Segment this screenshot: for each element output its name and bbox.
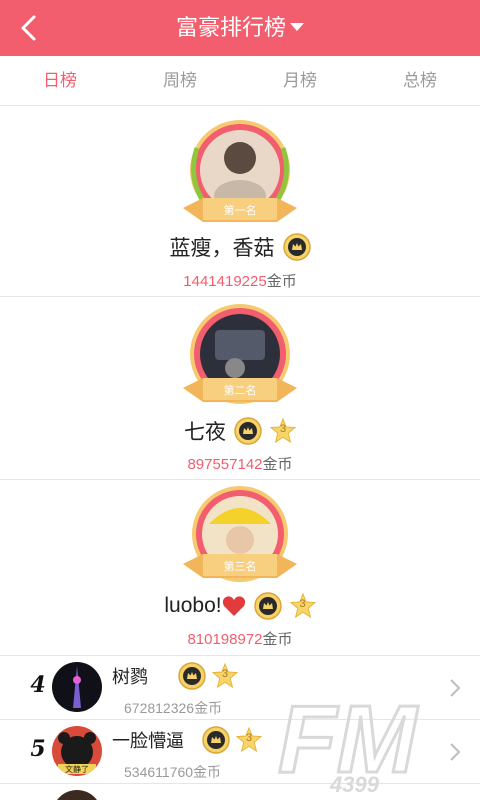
first-place-name-row: 蓝瘦，香菇 — [0, 232, 480, 262]
page-title-dropdown[interactable]: 富豪排行榜 — [0, 12, 480, 44]
list-name-row: 树鹨 3 — [112, 662, 238, 690]
rank-number: 5 — [30, 736, 46, 762]
list-item[interactable]: 5 文静了 一脸懵逼 3 534611760金币 — [0, 719, 480, 784]
rank-number: 4 — [30, 672, 46, 698]
rank-ribbon-label: 第一名 — [224, 203, 257, 217]
chevron-right-icon — [450, 743, 461, 761]
first-place-name: 蓝瘦，香菇 — [169, 237, 275, 260]
coin-amount: 897557142 — [187, 456, 263, 473]
list-item[interactable]: 4 树鹨 3 672812326金币 — [0, 655, 480, 720]
list-name-row: 一脸懵逼 3 — [112, 726, 262, 754]
coin-unit: 金币 — [262, 631, 293, 648]
tab-monthly[interactable]: 月榜 — [240, 56, 360, 105]
avatar — [52, 790, 102, 800]
page-title: 富豪排行榜 — [175, 15, 286, 40]
coin-amount: 810198972 — [187, 631, 263, 648]
tab-daily[interactable]: 日榜 — [0, 56, 120, 105]
top-bar: 富豪排行榜 — [0, 0, 480, 56]
second-place-name-row: 七夜 3 — [0, 416, 480, 446]
chevron-right-icon — [450, 679, 461, 697]
coin-unit: 金币 — [262, 456, 293, 473]
period-tabs: 日榜 周榜 月榜 总榜 — [0, 56, 480, 106]
avatar: 文静了 — [52, 726, 102, 776]
third-place-name-row: luobo! 3 — [0, 592, 480, 620]
list-name: 一脸懵逼 — [112, 731, 184, 751]
second-place-name: 七夜 — [184, 421, 226, 444]
crown-badge-icon — [254, 592, 282, 620]
caret-down-icon — [290, 23, 304, 32]
list-coins: 534611760金币 — [124, 764, 222, 780]
first-place-coins: 1441419225金币 — [0, 270, 480, 291]
divider — [0, 296, 480, 297]
crown-badge-icon — [234, 417, 262, 445]
level-star-badge: 3 — [212, 663, 238, 689]
rank-ribbon-label: 第二名 — [224, 383, 257, 397]
level-star-badge: 3 — [236, 727, 262, 753]
tab-weekly[interactable]: 周榜 — [120, 56, 240, 105]
avatar — [52, 662, 102, 712]
second-place-avatar[interactable]: 第二名 — [175, 302, 305, 412]
third-place-avatar[interactable]: 第三名 — [175, 484, 305, 594]
list-coins: 672812326金币 — [124, 700, 223, 716]
crown-badge-icon — [283, 233, 311, 261]
divider — [0, 479, 480, 480]
rank-ribbon-label: 第三名 — [224, 559, 257, 573]
level-star-badge: 3 — [270, 418, 296, 444]
tab-total[interactable]: 总榜 — [360, 56, 480, 105]
third-place-coins: 810198972金币 — [0, 628, 480, 649]
third-place-name: luobo! — [164, 594, 222, 617]
avatar-caption: 文静了 — [65, 765, 89, 774]
heart-icon — [222, 596, 245, 616]
crown-badge-icon — [202, 726, 230, 754]
list-item-partial[interactable] — [0, 783, 480, 800]
second-place-coins: 897557142金币 — [0, 453, 480, 474]
coin-amount: 1441419225 — [183, 273, 267, 290]
list-name: 树鹨 — [112, 667, 148, 687]
level-star-badge: 3 — [290, 593, 316, 619]
first-place-avatar[interactable]: 第一名 — [175, 118, 305, 228]
coin-unit: 金币 — [266, 273, 297, 290]
crown-badge-icon — [178, 662, 206, 690]
